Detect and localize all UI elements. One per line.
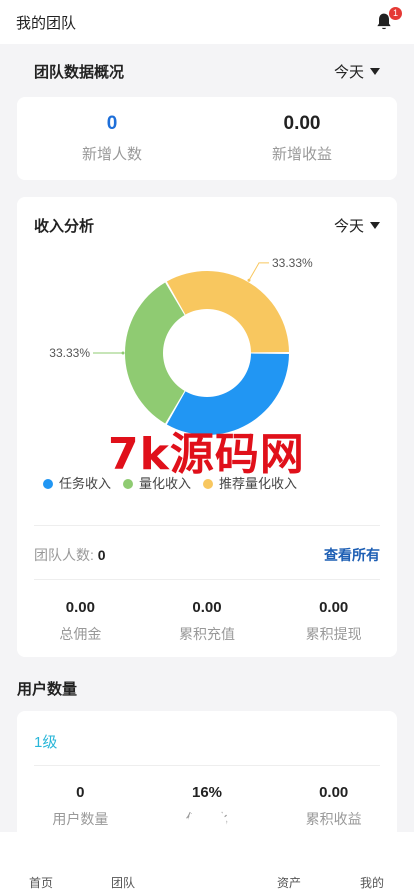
stat-label: 总佣金 <box>59 626 102 642</box>
data-label: 33.33% <box>49 346 90 360</box>
income-period-dropdown[interactable]: 今天 <box>334 215 380 236</box>
income-period-label: 今天 <box>333 218 364 235</box>
users-title: 用户数量 <box>17 681 78 698</box>
stat-label: 累积充值 <box>179 626 235 642</box>
overview-period-dropdown[interactable]: 今天 <box>334 61 380 82</box>
stat-label: 累积提现 <box>305 626 362 642</box>
total-recharge-stat: 0.00 累积充值 <box>144 599 271 644</box>
team-count: 团队人数: 0 <box>34 545 106 565</box>
leader-dot <box>121 351 125 355</box>
caret-down-icon <box>370 68 380 75</box>
team-count-row: 团队人数: 0 查看所有 <box>34 545 380 565</box>
stat-label: 累积收益 <box>305 811 362 827</box>
new-income-label: 新增收益 <box>271 146 332 163</box>
stat-value: 16% <box>191 784 223 801</box>
team-count-label: 团队人数: <box>34 547 98 563</box>
team-overview-title: 团队数据概况 <box>34 64 125 81</box>
new-income-value: 0.00 <box>283 113 321 134</box>
divider <box>34 525 380 526</box>
stat-value: 0 <box>76 784 85 801</box>
stat-value: 0.00 <box>319 599 349 616</box>
stat-value: 0.00 <box>319 784 349 801</box>
new-members-label: 新增人数 <box>81 146 142 163</box>
view-all-link[interactable]: 查看所有 <box>324 545 380 565</box>
overview-period-label: 今天 <box>333 64 364 81</box>
level-tab[interactable]: 1级 <box>34 731 57 752</box>
tab-home[interactable]: 首页 <box>29 874 53 891</box>
legend-label: 任务收入 <box>59 476 112 491</box>
total-withdraw-stat: 0.00 累积提现 <box>270 599 397 644</box>
caret-down-icon <box>370 222 380 229</box>
total-earnings-stat: 0.00 累积收益 <box>270 784 397 829</box>
donut-slice-referral[interactable] <box>166 271 289 353</box>
income-analysis-title: 收入分析 <box>34 218 95 235</box>
team-count-value: 0 <box>97 547 106 563</box>
divider <box>34 765 380 766</box>
donut-slice-quant[interactable] <box>124 282 185 424</box>
user-count-stat: 0 用户数量 <box>17 784 144 829</box>
team-overview-card: 0 新增人数 0.00 新增收益 <box>17 97 397 180</box>
leader-line <box>248 262 269 281</box>
income-analysis-header: 收入分析 今天 <box>34 215 380 236</box>
data-label: 33.33% <box>272 256 313 270</box>
center-tab-button[interactable] <box>187 806 227 846</box>
new-members-value: 0 <box>106 113 118 134</box>
divider <box>34 579 380 580</box>
new-members-stat: 0 新增人数 <box>17 113 207 164</box>
page-title: 我的团队 <box>16 14 77 32</box>
stat-label: 用户数量 <box>52 811 109 827</box>
stat-value: 0.00 <box>65 599 95 616</box>
top-bar: 我的团队 <box>0 0 414 44</box>
stat-value: 0.00 <box>192 599 222 616</box>
income-stats-row: 0.00 总佣金 0.00 累积充值 0.00 累积提现 <box>17 599 397 644</box>
tab-mine[interactable]: 我的 <box>360 874 384 891</box>
legend-item-task[interactable]: 任务收入 <box>43 473 111 492</box>
total-commission-stat: 0.00 总佣金 <box>17 599 144 644</box>
tab-team[interactable]: 团队 <box>111 874 135 891</box>
tab-assets[interactable]: 资产 <box>277 874 301 891</box>
notification-badge: 1 <box>389 7 402 20</box>
legend-dot <box>43 479 53 489</box>
watermark: 7k源码网 <box>108 429 305 480</box>
leader-dot <box>247 278 251 282</box>
new-income-stat: 0.00 新增收益 <box>207 113 397 164</box>
team-overview-header: 团队数据概况 今天 <box>34 61 380 82</box>
users-header: 用户数量 <box>17 678 380 699</box>
